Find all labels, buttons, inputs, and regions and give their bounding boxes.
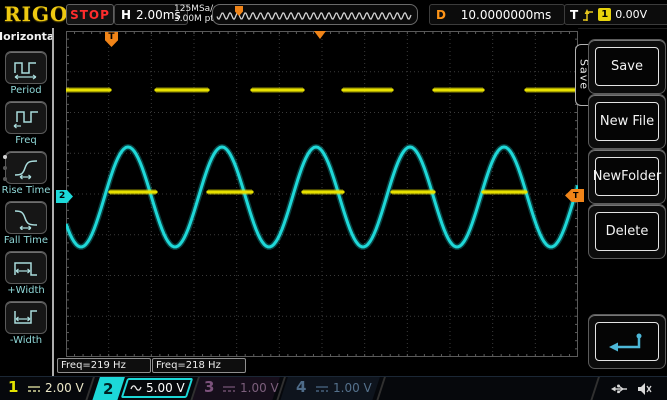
channel-2-scale: 5.00 V bbox=[145, 381, 185, 395]
overview-waveform bbox=[216, 11, 412, 21]
delete-button[interactable]: Delete bbox=[595, 212, 659, 251]
trigger-info-box: T 1 0.00V bbox=[564, 4, 667, 25]
speaker-muted-icon bbox=[638, 383, 652, 395]
menu-page-dot bbox=[3, 155, 7, 159]
new-file-button[interactable]: New File bbox=[595, 102, 659, 141]
left-menu-title: Horizontal bbox=[0, 30, 59, 43]
graticule-display: T T 2 Freq=219 Hz Freq=218 Hz bbox=[54, 28, 584, 376]
waveform-plot bbox=[66, 31, 578, 357]
back-button[interactable] bbox=[595, 322, 659, 361]
dc-coupling-icon bbox=[223, 386, 235, 392]
menu-page-dot bbox=[3, 166, 7, 170]
new-file-button-frame: New File bbox=[588, 94, 666, 149]
ac-coupling-icon bbox=[130, 385, 142, 391]
channel-2-scale-box: 5.00 V bbox=[120, 378, 194, 398]
return-arrow-icon bbox=[609, 333, 642, 351]
fall-time-icon bbox=[14, 209, 37, 230]
channel-2-number: 2 bbox=[103, 380, 114, 398]
trigger-label: T bbox=[570, 7, 579, 22]
period-icon bbox=[14, 61, 37, 79]
freq-icon bbox=[13, 110, 38, 128]
dc-coupling-icon bbox=[316, 386, 328, 392]
channel-3-number: 3 bbox=[204, 378, 215, 396]
save-button[interactable]: Save bbox=[595, 47, 659, 86]
header-bar: RIGOL STOP H 2.00ms 125MSa/s 3.00M pts D… bbox=[0, 0, 667, 29]
delay-value: 10.0000000ms bbox=[460, 7, 552, 22]
left-menu: Horizontal Period Freq Rise Time Fall Ti… bbox=[0, 28, 58, 376]
delay-box: D 10.0000000ms bbox=[429, 4, 565, 25]
channel-1-scale: 2.00 V bbox=[45, 381, 84, 395]
save-button-frame: Save bbox=[588, 39, 666, 94]
trigger-source-badge: 1 bbox=[598, 8, 612, 21]
timebase-label: H bbox=[121, 7, 132, 22]
measurement-freq-2: Freq=218 Hz bbox=[152, 358, 246, 373]
delete-button-frame: Delete bbox=[588, 204, 666, 259]
new-folder-button-frame: NewFolder bbox=[588, 149, 666, 204]
oscilloscope-screen: RIGOL STOP H 2.00ms 125MSa/s 3.00M pts D… bbox=[0, 0, 667, 400]
menu-item-rise-time[interactable]: Rise Time bbox=[2, 151, 50, 196]
dc-coupling-icon bbox=[28, 386, 40, 392]
menu-item-period[interactable]: Period bbox=[5, 51, 47, 96]
rising-edge-icon bbox=[583, 8, 594, 21]
channel-1-number: 1 bbox=[8, 378, 19, 396]
waveform-overview-bar bbox=[212, 4, 418, 25]
menu-item-freq[interactable]: Freq bbox=[5, 101, 47, 146]
menu-page-dot bbox=[3, 177, 7, 181]
plus-width-icon bbox=[14, 261, 37, 276]
run-state-indicator: STOP bbox=[66, 4, 114, 25]
new-folder-button[interactable]: NewFolder bbox=[593, 157, 661, 196]
rise-time-icon bbox=[14, 159, 38, 179]
usb-icon bbox=[611, 384, 627, 394]
trigger-level-value: 0.00V bbox=[615, 8, 648, 21]
channel-4-number: 4 bbox=[296, 378, 307, 396]
menu-item-minus-width[interactable]: -Width bbox=[5, 301, 47, 346]
horizontal-center-marker-icon bbox=[314, 31, 326, 39]
menu-item-fall-time[interactable]: Fall Time bbox=[4, 201, 48, 246]
channel-4-scale: 1.00 V bbox=[333, 381, 372, 395]
minus-width-icon bbox=[14, 309, 37, 324]
delay-label: D bbox=[436, 7, 446, 22]
channel-3-scale: 1.00 V bbox=[240, 381, 279, 395]
channel-status-bar: 1 2.00 V 2 5.00 V 3 1.00 V 4 1.00 V bbox=[0, 376, 667, 400]
measurement-freq-1: Freq=219 Hz bbox=[57, 358, 151, 373]
back-button-frame bbox=[588, 314, 666, 369]
menu-item-plus-width[interactable]: +Width bbox=[5, 251, 47, 296]
